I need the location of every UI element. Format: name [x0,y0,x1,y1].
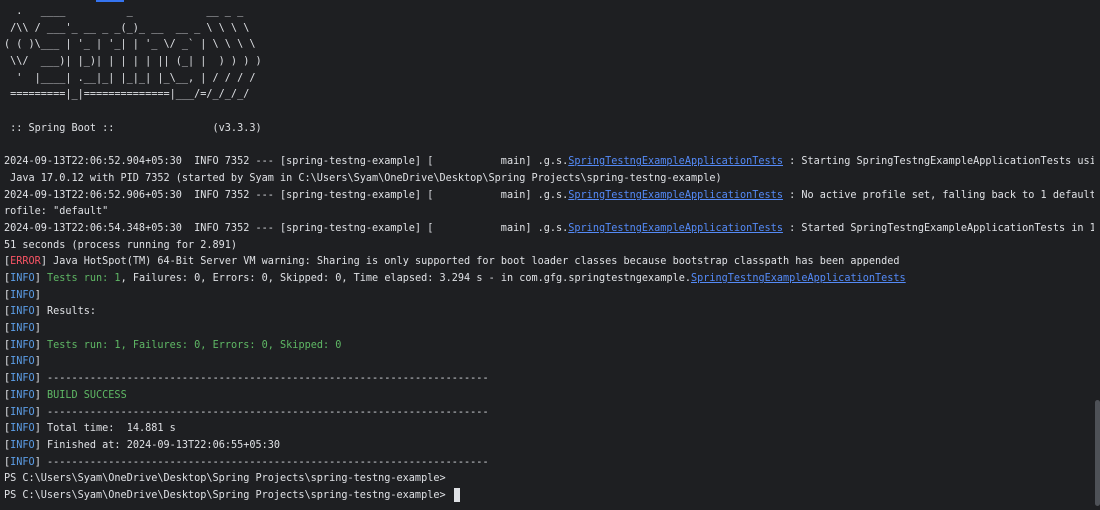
log-message: : Started SpringTestngExampleApplication… [782,222,1094,234]
class-link[interactable]: SpringTestngExampleApplicationTests [568,156,783,167]
info-line: [INFO] ---------------------------------… [4,456,489,468]
log-prefix: 2024-09-13T22:06:54.348+05:30 INFO 7352 … [4,222,569,234]
spring-boot-version-line: :: Spring Boot :: (v3.3.3) [4,122,262,134]
info-line: [INFO] Results: [4,306,97,318]
info-tag: INFO [10,389,35,401]
info-line: [INFO] ---------------------------------… [4,373,489,385]
build-status: BUILD SUCCESS [46,389,127,401]
log-prefix: 2024-09-13T22:06:52.904+05:30 INFO 7352 … [4,156,569,168]
tests-summary: Tests run: 1, Failures: 0, Errors: 0, Sk… [46,339,342,351]
log-message: : No active profile set, falling back to… [782,189,1094,201]
info-line: [INFO] BUILD SUCCESS [4,389,127,401]
class-link[interactable]: SpringTestngExampleApplicationTests [568,223,783,234]
active-tab-indicator [96,0,124,2]
info-line: [INFO] [4,356,41,368]
prompt-text: PS C:\Users\Syam\OneDrive\Desktop\Spring… [4,489,446,501]
prompt-line: PS C:\Users\Syam\OneDrive\Desktop\Spring… [4,473,446,485]
tests-run-line: [INFO] Tests run: 1, Failures: 0, Errors… [4,273,906,284]
info-tag: INFO [10,306,35,318]
log-line-continuation: rofile: "default" [4,206,109,218]
class-link[interactable]: SpringTestngExampleApplicationTests [691,273,906,284]
log-line-continuation: 51 seconds (process running for 2.891) [4,239,238,251]
info-line: [INFO] [4,289,41,301]
separator: ----------------------------------------… [46,406,489,418]
info-tag: INFO [10,289,35,301]
log-line: 2024-09-13T22:06:52.904+05:30 INFO 7352 … [4,154,1094,171]
error-tag: ERROR [10,256,41,268]
spring-banner-line: \\/ ___)| |_)| | | | | || (_| | ) ) ) ) [4,56,262,68]
log-line-continuation: Java 17.0.12 with PID 7352 (started by S… [4,172,722,184]
info-tag: INFO [10,339,35,351]
log-prefix: 2024-09-13T22:06:52.906+05:30 INFO 7352 … [4,189,569,201]
info-tag: INFO [10,373,35,385]
info-tag: INFO [10,439,35,451]
separator: ----------------------------------------… [46,373,489,385]
spring-banner-line: ' |____| .__|_| |_|_| |_\__, | / / / / [4,72,256,84]
text-cursor [453,487,460,502]
info-tag: INFO [10,406,35,418]
total-time: Total time: 14.881 s [46,423,176,435]
log-line: 2024-09-13T22:06:54.348+05:30 INFO 7352 … [4,221,1094,238]
info-line: [INFO] Tests run: 1, Failures: 0, Errors… [4,339,342,351]
info-tag: INFO [10,323,35,335]
log-line: 2024-09-13T22:06:52.906+05:30 INFO 7352 … [4,188,1094,205]
finished-at: Finished at: 2024-09-13T22:06:55+05:30 [46,439,281,451]
separator: ----------------------------------------… [46,456,489,468]
terminal-output: . ____ _ __ _ _ /\\ / ___'_ __ _ _(_)_ _… [4,4,1094,505]
tests-run-count: Tests run: 1 [46,273,121,284]
spring-banner-line: /\\ / ___'_ __ _ _(_)_ __ __ _ \ \ \ \ [4,22,250,34]
info-tag: INFO [10,356,35,368]
tests-run-details: , Failures: 0, Errors: 0, Skipped: 0, Ti… [120,273,691,284]
log-message: : Starting SpringTestngExampleApplicatio… [782,156,1094,168]
error-message: Java HotSpot(TM) 64-Bit Server VM warnin… [53,256,900,268]
info-tag: INFO [10,456,35,468]
class-link[interactable]: SpringTestngExampleApplicationTests [568,190,783,201]
prompt-line-active[interactable]: PS C:\Users\Syam\OneDrive\Desktop\Spring… [4,487,1094,505]
spring-banner-line: =========|_|==============|___/=/_/_/_/ [4,89,250,101]
terminal-window[interactable]: . ____ _ __ _ _ /\\ / ___'_ __ _ _(_)_ _… [0,0,1100,510]
results-label: Results: [46,306,97,318]
info-line: [INFO] Finished at: 2024-09-13T22:06:55+… [4,439,281,451]
vertical-scrollbar-thumb[interactable] [1095,400,1100,506]
info-tag: INFO [10,423,35,435]
info-line: [INFO] Total time: 14.881 s [4,423,176,435]
spring-banner-line: . ____ _ __ _ _ [4,6,244,17]
spring-banner-line: ( ( )\___ | '_ | '_| | '_ \/ _` | \ \ \ … [4,39,256,51]
info-tag: INFO [10,273,35,284]
error-line: [ERROR] Java HotSpot(TM) 64-Bit Server V… [4,256,900,268]
info-line: [INFO] [4,323,41,335]
info-line: [INFO] ---------------------------------… [4,406,489,418]
